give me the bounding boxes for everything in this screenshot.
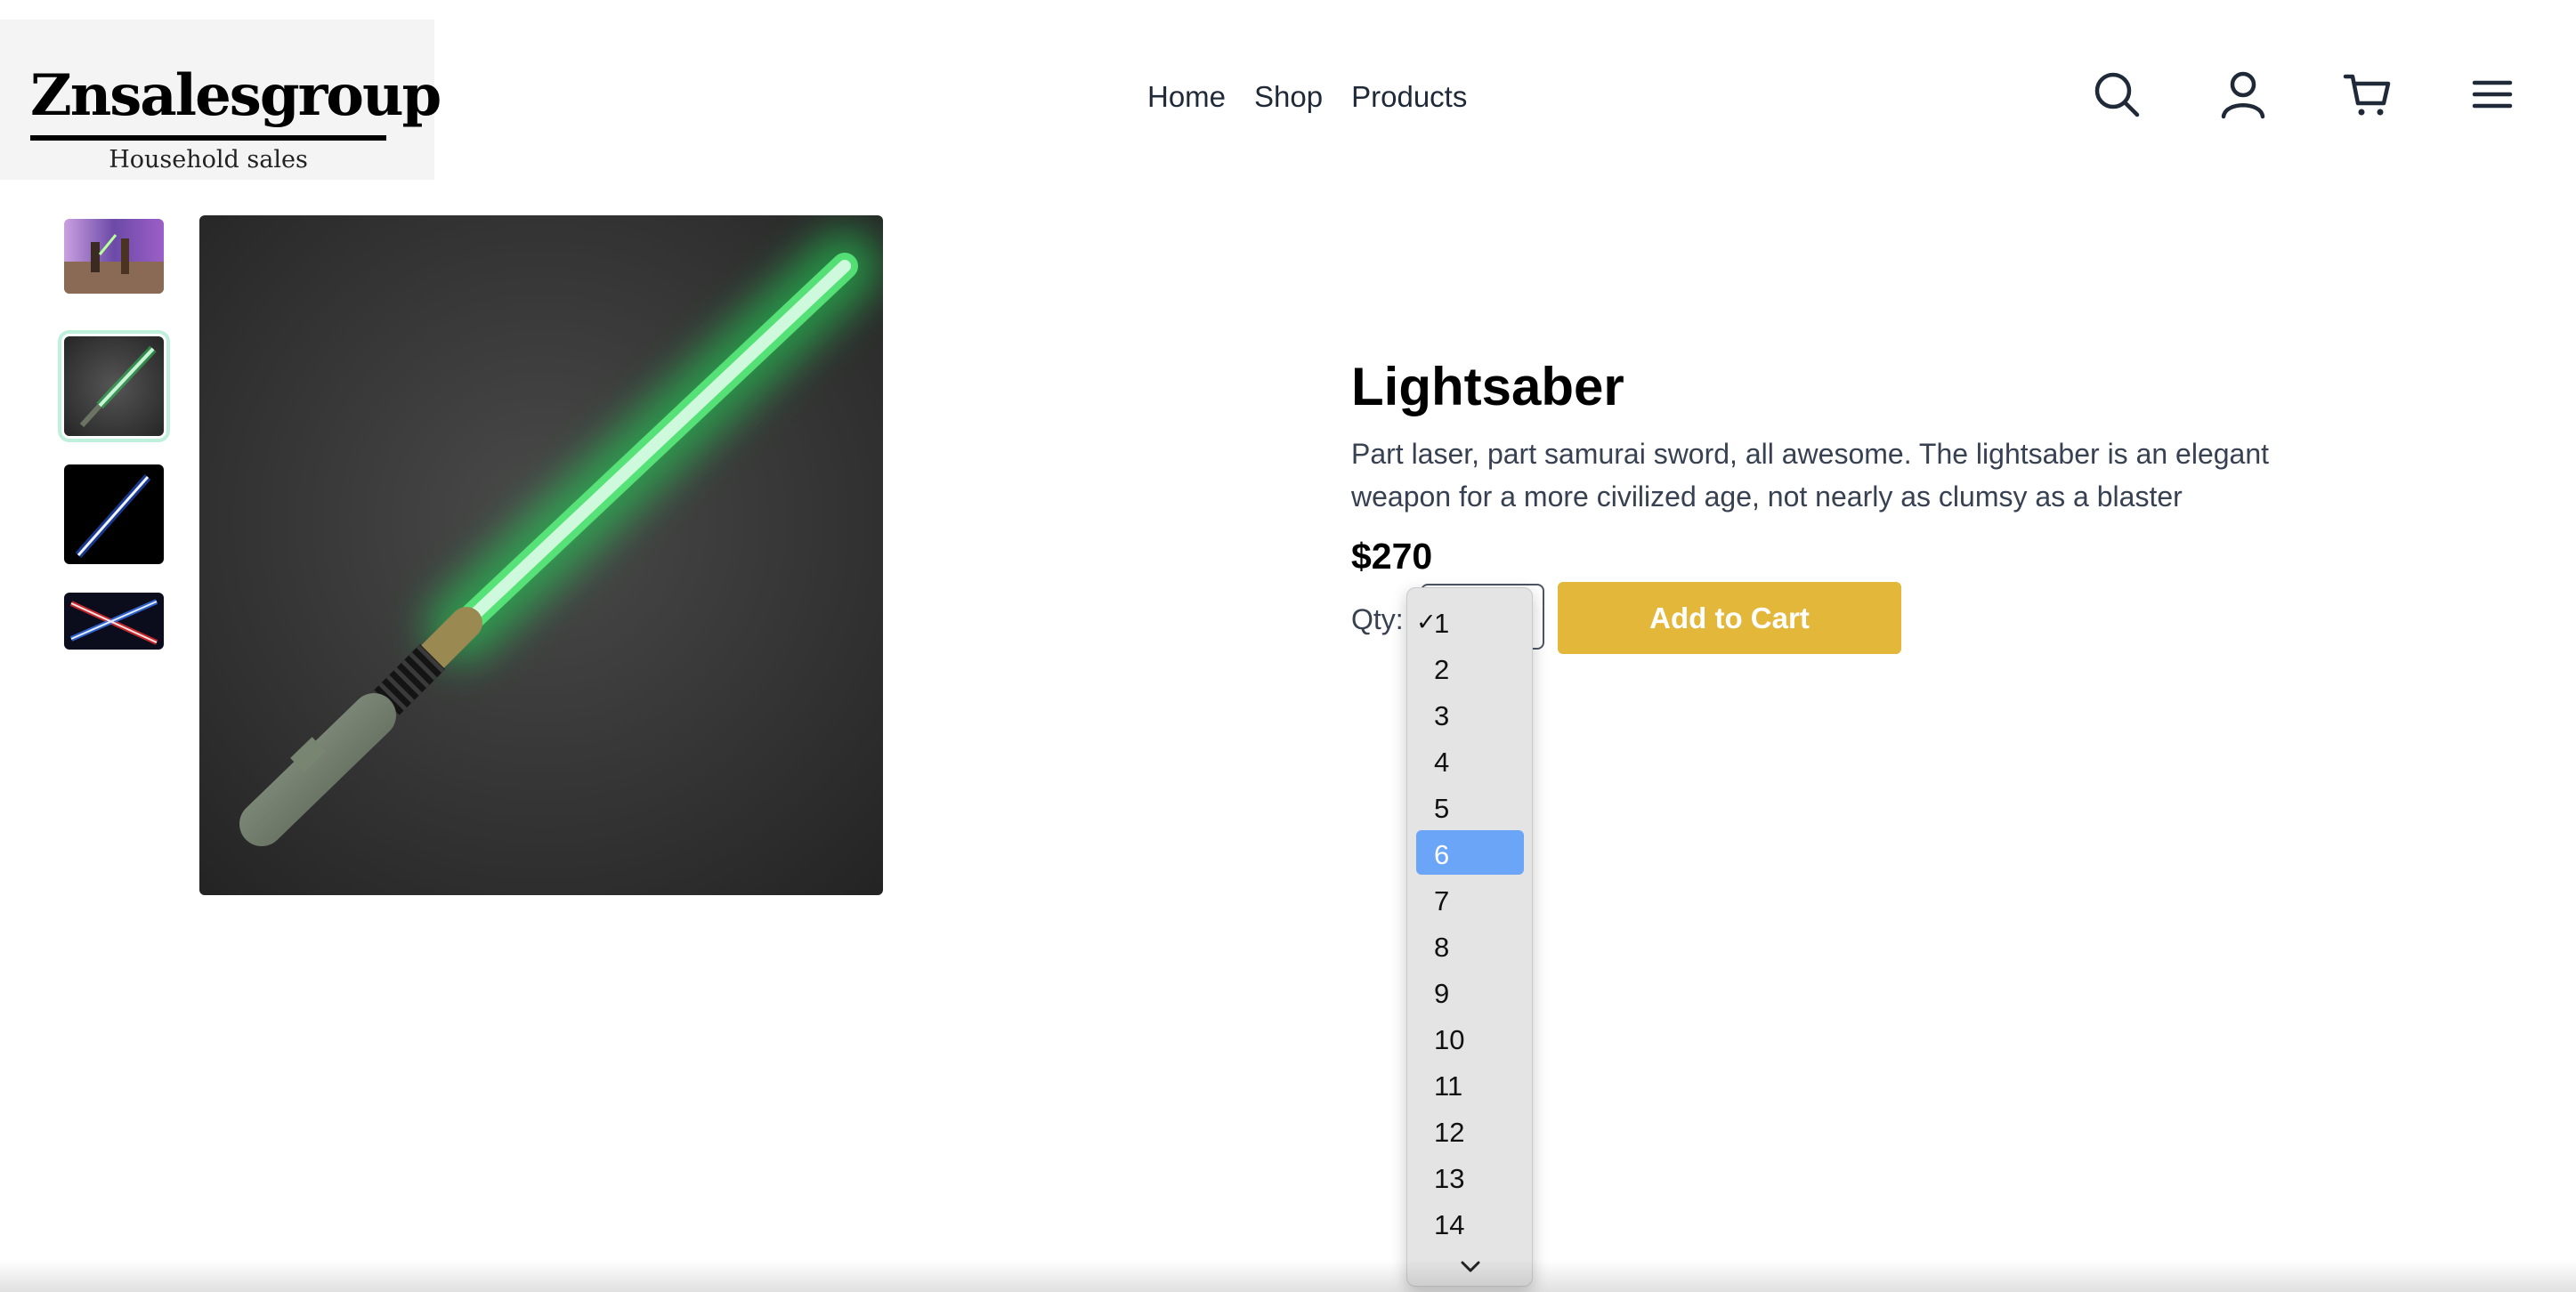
qty-option-10[interactable]: 10 [1416, 1015, 1524, 1060]
nav-home[interactable]: Home [1147, 80, 1226, 114]
qty-option-13[interactable]: 13 [1416, 1154, 1524, 1199]
logo-rule [30, 135, 386, 141]
cart-icon[interactable] [2343, 69, 2393, 119]
search-icon[interactable] [2092, 69, 2142, 119]
product-price: $270 [1351, 536, 1433, 577]
qty-option-8[interactable]: 8 [1416, 923, 1524, 967]
qty-option-12[interactable]: 12 [1416, 1108, 1524, 1152]
nav-shop[interactable]: Shop [1254, 80, 1323, 114]
qty-option-2[interactable]: 2 [1416, 645, 1524, 690]
qty-option-7[interactable]: 7 [1416, 876, 1524, 921]
qty-label: Qty: [1351, 603, 1404, 635]
qty-option-11[interactable]: 11 [1416, 1062, 1524, 1106]
qty-option-14[interactable]: 14 [1416, 1200, 1524, 1245]
add-to-cart-button[interactable]: Add to Cart [1558, 582, 1901, 654]
menu-icon[interactable] [2467, 69, 2517, 119]
product-thumbnail-4[interactable] [64, 593, 164, 650]
qty-option-6[interactable]: 6 [1416, 830, 1524, 875]
site-logo[interactable]: Znsalesgroup Household sales [0, 20, 441, 180]
user-icon[interactable] [2218, 69, 2268, 119]
nav-products[interactable]: Products [1351, 80, 1467, 114]
main-nav: Home Shop Products [1147, 80, 1467, 114]
product-main-image [199, 215, 883, 895]
product-thumbnail-3[interactable] [64, 464, 164, 564]
product-thumbnail-1[interactable] [64, 219, 164, 294]
qty-dropdown-list[interactable]: ✓ 1 2 3 4 5 6 7 8 9 10 11 12 13 14 [1406, 587, 1533, 1287]
bottom-edge-shadow [0, 1260, 2576, 1292]
logo-tagline: Household sales [109, 146, 308, 174]
qty-option-5[interactable]: 5 [1416, 784, 1524, 828]
qty-option-9[interactable]: 9 [1416, 969, 1524, 1013]
product-title: Lightsaber [1351, 357, 1624, 416]
qty-option-4[interactable]: 4 [1416, 738, 1524, 782]
product-description: Part laser, part samurai sword, all awes… [1351, 438, 2270, 513]
qty-option-3[interactable]: 3 [1416, 691, 1524, 736]
logo-name: Znsalesgroup [30, 62, 441, 129]
product-thumbnail-2[interactable] [58, 330, 170, 442]
qty-option-1[interactable]: ✓ 1 [1416, 599, 1524, 643]
